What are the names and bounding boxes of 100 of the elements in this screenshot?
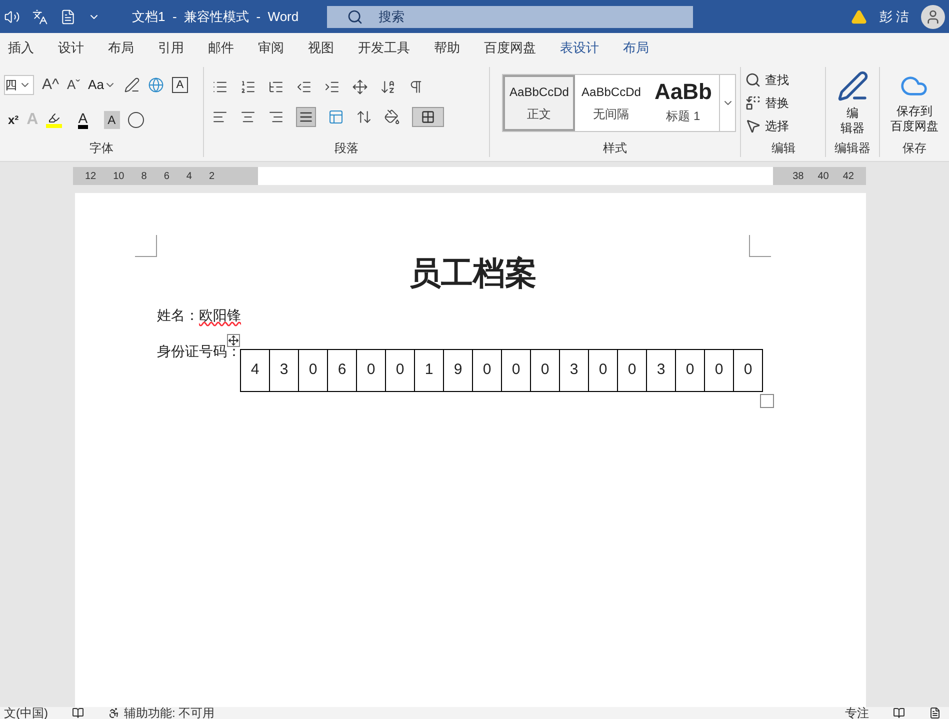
editing-button[interactable]: 选择	[745, 114, 822, 138]
group-label: 样式	[602, 140, 628, 157]
ribbon-tab[interactable]: 设计	[46, 38, 96, 58]
table-cell: 9	[444, 350, 472, 392]
table-cell: 0	[588, 350, 618, 392]
ruler-number: 40	[818, 170, 829, 184]
replace-icon	[745, 95, 762, 111]
align-left-icon[interactable]	[212, 109, 228, 125]
ribbon-tab[interactable]: 邮件	[196, 38, 246, 58]
ribbon-tab[interactable]: 百度网盘	[472, 38, 548, 58]
document-title: 员工档案	[409, 253, 537, 294]
grow-font-icon[interactable]: A^	[42, 74, 60, 96]
ribbon-tab[interactable]: 视图	[296, 38, 346, 58]
group-label: 编辑	[770, 140, 796, 157]
ruler-number: 10	[113, 170, 124, 184]
superscript-icon[interactable]: x²	[8, 111, 19, 130]
editing-button[interactable]: 查找	[745, 68, 822, 92]
document-icon[interactable]	[60, 8, 76, 24]
highlight-icon[interactable]	[46, 112, 62, 128]
shading-icon[interactable]	[384, 109, 400, 125]
ruler-number: 4	[186, 170, 192, 184]
ribbon-tab[interactable]: 布局	[96, 38, 146, 58]
style-item[interactable]: AaBbCcDd 正文	[503, 75, 576, 131]
group-label: 保存	[901, 140, 928, 157]
ribbon-tab[interactable]: 审阅	[246, 38, 296, 58]
character-shading-icon[interactable]: A	[104, 111, 120, 130]
table-cell: 3	[560, 350, 588, 392]
table-cell: 3	[646, 350, 676, 392]
table-cell: 6	[328, 350, 356, 392]
ruler-number: 8	[141, 170, 147, 184]
group-label: 编辑器	[834, 140, 872, 157]
table-cell: 0	[472, 350, 502, 392]
sort-icon[interactable]	[380, 79, 396, 95]
table-cell: 0	[530, 350, 560, 392]
ribbon-tab[interactable]: 布局	[611, 38, 661, 58]
align-center-icon[interactable]	[240, 109, 256, 125]
avatar-icon[interactable]	[921, 4, 945, 28]
table-cell: 0	[386, 350, 414, 392]
pointer-icon	[745, 118, 762, 134]
crop-mark	[135, 235, 157, 257]
style-item[interactable]: AaBbCcDd 无间隔	[575, 75, 648, 131]
table-cell: 3	[270, 350, 298, 392]
character-border-icon[interactable]: A	[172, 77, 188, 93]
ruler-number: 2	[208, 170, 214, 184]
table-cell: 0	[704, 350, 734, 392]
table-cell: 0	[298, 350, 328, 392]
multilevel-list-icon[interactable]	[268, 79, 284, 95]
ruler-number: 6	[164, 170, 170, 184]
editor-button[interactable]: 编 辑器	[830, 70, 875, 136]
table-cell: 0	[618, 350, 646, 392]
enclose-character-icon[interactable]	[128, 112, 144, 128]
justify-icon[interactable]	[296, 107, 316, 127]
translate-icon[interactable]	[32, 8, 48, 24]
search-input[interactable]: 搜索	[378, 6, 539, 26]
ruler-number: 38	[792, 170, 804, 184]
crop-mark	[749, 235, 771, 257]
read-mode-icon[interactable]	[893, 707, 905, 719]
table-cell: 0	[356, 350, 386, 392]
user-name[interactable]: 彭 洁	[879, 6, 909, 26]
ribbon-tab[interactable]: 帮助	[422, 38, 472, 58]
save-to-cloud-button[interactable]: 保存到 百度网盘	[884, 72, 945, 134]
table-resize-handle[interactable]	[760, 394, 774, 408]
change-case-button[interactable]: Aa	[88, 75, 116, 95]
align-right-icon[interactable]	[268, 109, 284, 125]
table-cell: 0	[502, 350, 530, 392]
ribbon-tab[interactable]: 插入	[0, 38, 46, 58]
accessibility-icon[interactable]	[108, 707, 120, 719]
line-spacing-icon[interactable]	[356, 109, 372, 125]
table-cell: 0	[676, 350, 704, 392]
borders-icon[interactable]	[412, 107, 444, 127]
warning-icon[interactable]	[851, 8, 868, 24]
numbering-icon[interactable]	[240, 79, 256, 95]
table-move-icon[interactable]	[227, 334, 240, 347]
style-item[interactable]: AaBb 标题 1	[647, 75, 720, 131]
accessibility-status[interactable]: 辅助功能: 不可用	[124, 707, 215, 719]
search-field[interactable]: 搜索	[326, 6, 693, 28]
search-icon	[745, 72, 762, 88]
ribbon-tab[interactable]: 引用	[146, 38, 196, 58]
search-icon	[346, 8, 363, 24]
ribbon-tab[interactable]: 表设计	[548, 38, 611, 58]
pen-icon	[836, 70, 869, 102]
read-aloud-icon[interactable]	[4, 8, 20, 24]
font-size-field[interactable]: 四	[4, 75, 34, 95]
print-layout-icon[interactable]	[929, 707, 941, 719]
table-cell: 4	[240, 350, 270, 392]
group-label: 段落	[333, 140, 360, 157]
group-label: 字体	[88, 140, 114, 157]
increase-indent-icon[interactable]	[324, 79, 340, 95]
table-cell: 1	[414, 350, 444, 392]
ribbon-tab[interactable]: 开发工具	[346, 38, 422, 58]
clear-format-icon[interactable]	[124, 77, 140, 93]
decrease-indent-icon[interactable]	[296, 79, 312, 95]
window-title: 文档1 - 兼容性模式 - Word	[132, 8, 299, 26]
ruler-number: 12	[85, 170, 96, 184]
ruler-number: 42	[842, 170, 854, 184]
editing-button[interactable]: 替换	[745, 92, 822, 114]
id-label: 身份证号码：	[157, 342, 241, 361]
shrink-font-icon[interactable]: Aˇ	[67, 75, 80, 95]
name-line: 姓名：欧阳锋	[157, 306, 242, 325]
focus-mode-button[interactable]: 专注	[845, 707, 869, 719]
